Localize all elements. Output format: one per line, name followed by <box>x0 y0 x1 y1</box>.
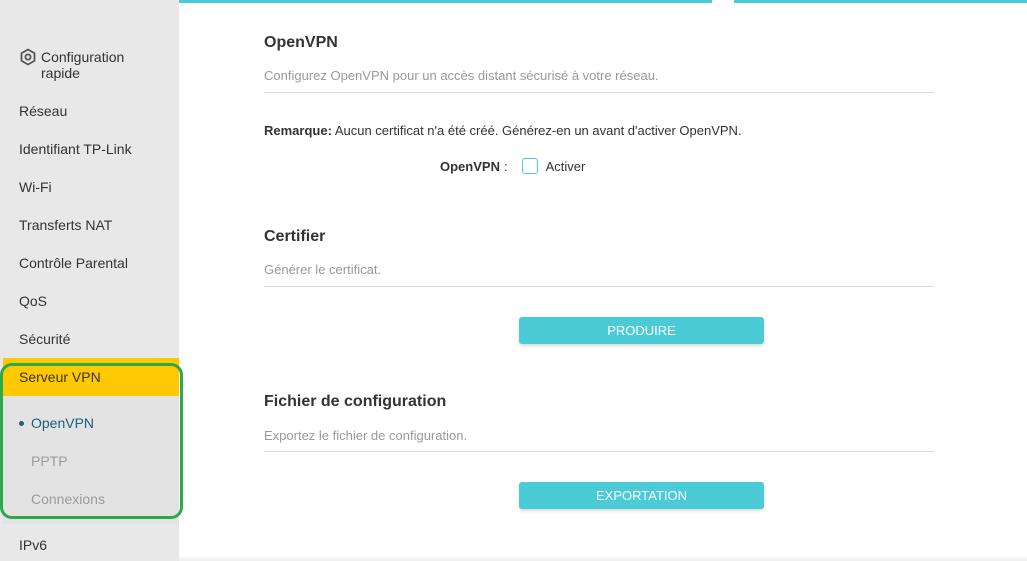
submenu-item-pptp[interactable]: PPTP <box>3 442 179 480</box>
remark-text: Aucun certificat n'a été créé. Générez-e… <box>331 123 742 138</box>
sidebar-item-label: Contrôle Parental <box>19 255 128 271</box>
submenu-item-openvpn[interactable]: OpenVPN <box>3 404 179 442</box>
export-config-button[interactable]: EXPORTATION <box>519 482 764 509</box>
remark-note: Remarque: Aucun certificat n'a été créé.… <box>264 123 742 138</box>
divider <box>264 286 934 287</box>
sidebar-item-label: QoS <box>19 293 48 309</box>
label-colon: : <box>503 158 508 174</box>
sidebar-item-label: Réseau <box>19 103 68 119</box>
remark-label: Remarque: <box>264 123 332 138</box>
sidebar-item-parental[interactable]: Contrôle Parental <box>0 244 179 282</box>
section-desc-config-file: Exportez le fichier de configuration. <box>264 428 468 443</box>
sidebar-item-label: IPv6 <box>19 537 48 553</box>
sidebar-item-tplink-id[interactable]: Identifiant TP-Link <box>0 130 179 168</box>
divider <box>264 92 934 93</box>
gear-icon <box>20 48 36 66</box>
section-title-openvpn: OpenVPN <box>264 34 338 51</box>
openvpn-enable-row: OpenVPN : Activer <box>440 158 585 174</box>
section-title-config-file: Fichier de configuration <box>264 393 447 410</box>
sidebar-item-label: Serveur VPN <box>19 369 101 385</box>
divider <box>264 451 934 452</box>
sidebar-item-ipv6[interactable]: IPv6 <box>0 526 179 561</box>
section-desc-openvpn: Configurez OpenVPN pour un accès distant… <box>264 68 659 83</box>
sidebar-item-label: Configuration rapide <box>41 49 125 81</box>
sidebar-item-security[interactable]: Sécurité <box>0 320 179 358</box>
sidebar-item-network[interactable]: Réseau <box>0 92 179 130</box>
section-title-certifier: Certifier <box>264 228 326 245</box>
sidebar-item-qos[interactable]: QoS <box>0 282 179 320</box>
enable-checkbox[interactable] <box>521 158 538 174</box>
submenu-item-label: OpenVPN <box>31 415 95 431</box>
sidebar-item-label: Wi-Fi <box>19 179 52 195</box>
enable-checkbox-label[interactable]: Activer <box>546 159 586 174</box>
submenu-item-label: PPTP <box>31 453 68 469</box>
submenu-item-connections[interactable]: Connexions <box>3 480 179 518</box>
active-dot-icon <box>19 421 24 426</box>
sidebar-item-wifi[interactable]: Wi-Fi <box>0 168 179 206</box>
section-desc-certifier: Générer le certificat. <box>264 262 382 277</box>
sidebar-item-label: Identifiant TP-Link <box>19 141 132 157</box>
openvpn-enable-label: OpenVPN <box>440 158 500 174</box>
sidebar-item-quick-setup[interactable]: Configuration rapide <box>0 44 179 84</box>
main-content: OpenVPN Configurez OpenVPN pour un accès… <box>264 0 934 561</box>
sidebar-item-label: Transferts NAT <box>19 217 113 233</box>
sidebar-item-label: Sécurité <box>19 331 71 347</box>
submenu-item-label: Connexions <box>31 491 105 507</box>
sidebar-item-vpn-server[interactable]: Serveur VPN <box>3 358 179 396</box>
bottom-shadow <box>179 555 1027 561</box>
sidebar: Configuration rapide Réseau Identifiant … <box>0 0 183 561</box>
generate-certificate-button[interactable]: PRODUIRE <box>519 317 764 344</box>
sidebar-item-nat[interactable]: Transferts NAT <box>0 206 179 244</box>
